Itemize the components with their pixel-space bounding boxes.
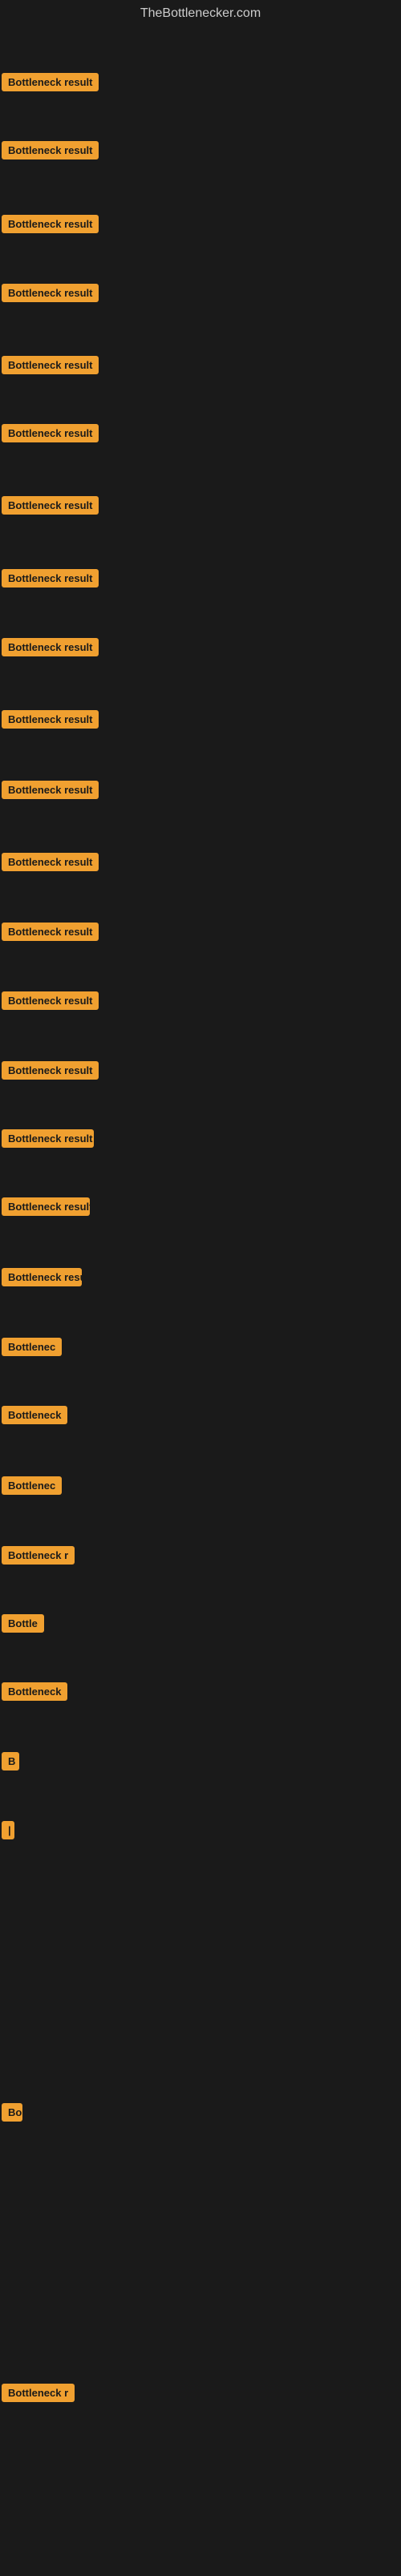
bottleneck-badge: Bottleneck result xyxy=(2,710,99,729)
bottleneck-badge: Bo xyxy=(2,2103,22,2122)
bottleneck-item[interactable]: Bottleneck result xyxy=(2,569,99,592)
bottleneck-item[interactable]: Bottleneck result xyxy=(2,1061,99,1084)
bottleneck-item[interactable]: Bottleneck result xyxy=(2,1268,82,1290)
bottleneck-item[interactable]: Bottleneck result xyxy=(2,424,99,446)
bottleneck-item[interactable]: Bottleneck r xyxy=(2,1546,75,1569)
bottleneck-badge: Bottleneck result xyxy=(2,638,99,656)
bottleneck-item[interactable]: Bottleneck result xyxy=(2,284,99,306)
bottleneck-badge: Bottleneck result xyxy=(2,853,99,871)
bottleneck-item[interactable]: Bottleneck xyxy=(2,1682,67,1705)
bottleneck-item[interactable]: Bottleneck result xyxy=(2,638,99,660)
bottleneck-badge: Bottleneck result xyxy=(2,215,99,233)
bottleneck-badge: B xyxy=(2,1752,19,1770)
bottleneck-item[interactable]: Bottlenec xyxy=(2,1476,62,1499)
bottleneck-item[interactable]: Bottleneck result xyxy=(2,73,99,95)
bottleneck-badge: Bottleneck result xyxy=(2,1129,94,1148)
bottleneck-item[interactable]: Bottleneck result xyxy=(2,781,99,803)
bottleneck-badge: Bottle xyxy=(2,1614,44,1633)
bottleneck-item[interactable]: Bottleneck result xyxy=(2,923,99,945)
bottleneck-badge: Bottleneck result xyxy=(2,781,99,799)
bottleneck-badge: Bottleneck result xyxy=(2,1061,99,1080)
bottleneck-item[interactable]: Bottleneck result xyxy=(2,496,99,519)
bottleneck-badge: Bottleneck result xyxy=(2,991,99,1010)
bottleneck-item[interactable]: Bottleneck result xyxy=(2,853,99,875)
bottleneck-item[interactable]: Bottleneck result xyxy=(2,1197,90,1220)
bottleneck-item[interactable]: Bottleneck result xyxy=(2,1129,94,1152)
bottleneck-badge: Bottleneck result xyxy=(2,424,99,442)
bottleneck-badge: Bottleneck xyxy=(2,1682,67,1701)
bottleneck-item[interactable]: Bottleneck result xyxy=(2,710,99,733)
bottleneck-item[interactable]: Bottleneck result xyxy=(2,215,99,237)
bottleneck-item[interactable]: Bottle xyxy=(2,1614,44,1637)
bottleneck-badge: Bottleneck result xyxy=(2,73,99,91)
bottleneck-badge: Bottleneck xyxy=(2,1406,67,1424)
bottleneck-badge: | xyxy=(2,1821,14,1839)
bottleneck-badge: Bottleneck result xyxy=(2,356,99,374)
bottleneck-item[interactable]: Bottleneck result xyxy=(2,991,99,1014)
bottleneck-badge: Bottleneck result xyxy=(2,496,99,515)
bottleneck-item[interactable]: Bottlenec xyxy=(2,1338,62,1360)
bottleneck-item[interactable]: Bottleneck result xyxy=(2,356,99,378)
bottleneck-item[interactable]: B xyxy=(2,1752,19,1775)
site-title: TheBottlenecker.com xyxy=(0,0,401,27)
bottleneck-badge: Bottleneck result xyxy=(2,1268,82,1286)
bottleneck-badge: Bottleneck result xyxy=(2,923,99,941)
bottleneck-item[interactable]: Bottleneck xyxy=(2,1406,67,1428)
bottleneck-badge: Bottleneck result xyxy=(2,569,99,587)
bottleneck-badge: Bottleneck result xyxy=(2,1197,90,1216)
bottleneck-badge: Bottleneck r xyxy=(2,1546,75,1565)
bottleneck-item[interactable]: Bottleneck r xyxy=(2,2384,75,2406)
bottleneck-item[interactable]: Bottleneck result xyxy=(2,141,99,164)
bottleneck-badge: Bottlenec xyxy=(2,1338,62,1356)
bottleneck-badge: Bottleneck result xyxy=(2,141,99,159)
bottleneck-item[interactable]: | xyxy=(2,1821,14,1843)
bottleneck-badge: Bottleneck result xyxy=(2,284,99,302)
bottleneck-badge: Bottlenec xyxy=(2,1476,62,1495)
bottleneck-item[interactable]: Bo xyxy=(2,2103,22,2126)
bottleneck-badge: Bottleneck r xyxy=(2,2384,75,2402)
